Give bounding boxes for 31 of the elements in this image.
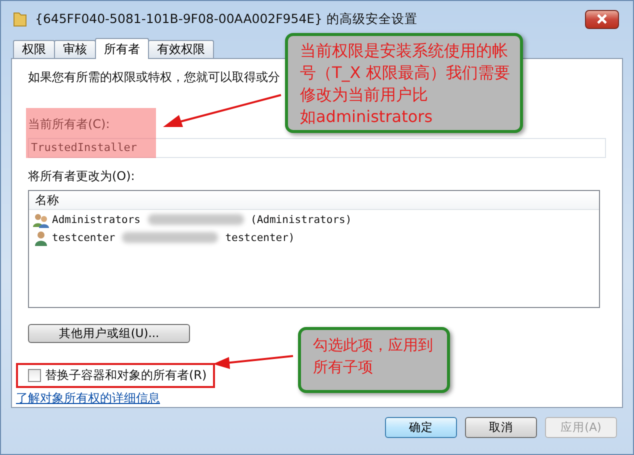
- account-id[interactable]: testcenter): [225, 232, 295, 244]
- account-name[interactable]: Administrators: [52, 214, 141, 226]
- checkbox-label[interactable]: 替换子容器和对象的所有者(R): [45, 367, 207, 384]
- other-users-button[interactable]: 其他用户或组(U)...: [28, 324, 190, 343]
- tab[interactable]: 所有者: [95, 38, 149, 59]
- tab[interactable]: 权限: [13, 40, 55, 58]
- intro-text: 如果您有所需的权限或特权，您就可以取得或分: [28, 69, 280, 86]
- current-owner-label: 当前所有者(C):: [28, 116, 110, 133]
- callout-text: 勾选此项，应用到: [313, 335, 434, 356]
- users-icon: [33, 212, 49, 228]
- window-title: {645FF040-5081-101B-9F08-00AA002F954E} 的高级安全设置: [35, 10, 418, 28]
- current-owner-field: TrustedInstaller: [28, 138, 606, 158]
- column-header[interactable]: 名称: [29, 191, 599, 210]
- dialog-button[interactable]: 取消: [465, 417, 537, 438]
- callout-text: 如administrators: [300, 106, 434, 128]
- close-icon: [596, 14, 608, 24]
- ownership-help-link[interactable]: 了解对象所有权的详细信息: [16, 390, 160, 407]
- tab[interactable]: 有效权限: [148, 40, 214, 58]
- dialog-button[interactable]: 确定: [385, 417, 457, 438]
- tab[interactable]: 审核: [54, 40, 96, 58]
- account-id[interactable]: (Administrators): [250, 214, 352, 226]
- account-name[interactable]: testcenter: [52, 232, 116, 244]
- callout-text: 号（T_X 权限最高）我们需要: [300, 62, 511, 84]
- callout-text: 修改为当前用户比: [300, 84, 429, 106]
- callout-text: 当前权限是安装系统使用的帐: [300, 40, 509, 62]
- folder-icon: [13, 11, 27, 27]
- user-icon: [33, 230, 49, 246]
- checkbox[interactable]: [28, 369, 41, 382]
- change-owner-label: 将所有者更改为(O):: [28, 168, 135, 185]
- callout-text: 所有子项: [313, 357, 374, 378]
- close-button[interactable]: [585, 10, 619, 28]
